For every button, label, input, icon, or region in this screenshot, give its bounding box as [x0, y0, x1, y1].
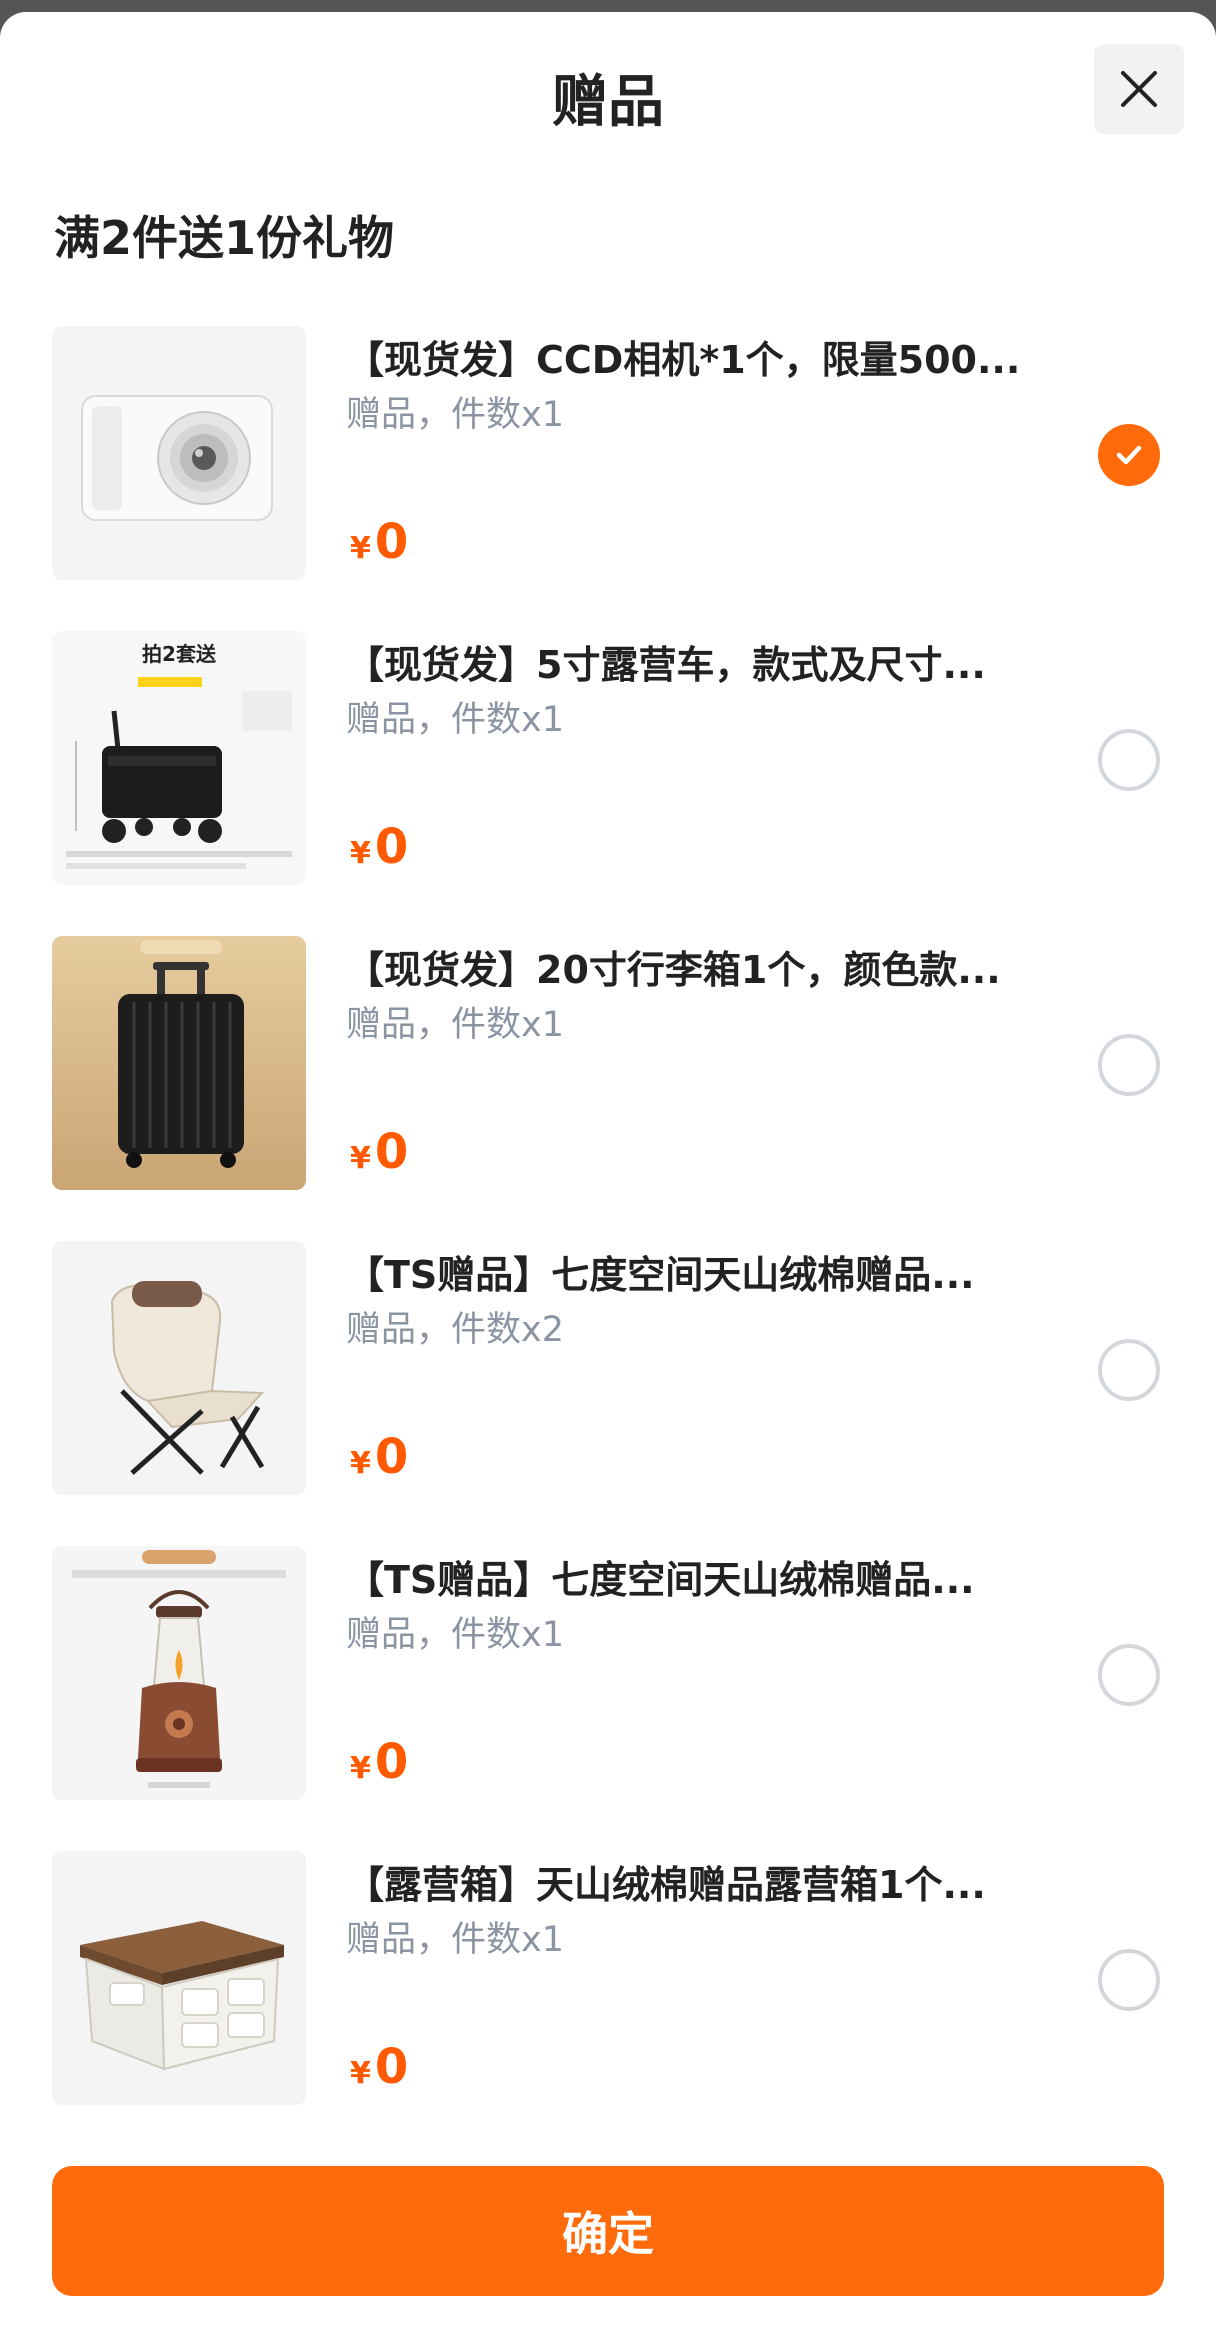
price-value: 0	[374, 514, 409, 570]
currency-symbol: ¥	[350, 1141, 371, 1176]
gift-price: ¥0	[350, 1427, 408, 1498]
currency-symbol: ¥	[350, 2056, 371, 2091]
image-headline: 拍2套送	[142, 642, 217, 666]
confirm-button[interactable]: 确定	[52, 2166, 1164, 2296]
gift-item[interactable]: 【TS赠品】七度空间天山绒棉赠品... 赠品，件数x2 ¥0	[0, 1241, 1216, 1501]
gift-meta: 赠品，件数x1	[346, 395, 564, 435]
gift-meta: 赠品，件数x2	[346, 1310, 564, 1350]
price-value: 0	[374, 819, 409, 875]
gift-price: ¥0	[350, 1122, 408, 1193]
gift-meta: 赠品，件数x1	[346, 1920, 564, 1960]
gift-price: ¥0	[350, 817, 408, 888]
gift-item[interactable]: 【现货发】20寸行李箱1个，颜色款... 赠品，件数x1 ¥0	[0, 936, 1216, 1196]
gift-name: 【TS赠品】七度空间天山绒棉赠品...	[346, 1558, 975, 1602]
gift-price: ¥0	[350, 512, 408, 583]
gift-select-radio[interactable]	[1098, 424, 1160, 486]
gift-meta: 赠品，件数x1	[346, 1615, 564, 1655]
gift-item[interactable]: 拍2套送 【现货发】5寸露营车，款式及尺寸... 赠品，件数x1 ¥0	[0, 631, 1216, 891]
suitcase-image	[52, 936, 306, 1190]
storage-box-image	[52, 1851, 306, 2105]
gift-select-radio[interactable]	[1098, 729, 1160, 791]
currency-symbol: ¥	[350, 1751, 371, 1786]
close-button[interactable]	[1094, 44, 1184, 134]
checkmark-icon	[1116, 445, 1142, 465]
gift-name: 【现货发】CCD相机*1个，限量500...	[346, 338, 1021, 382]
price-value: 0	[374, 1429, 409, 1485]
promo-rule-label: 满2件送1份礼物	[54, 211, 395, 265]
currency-symbol: ¥	[350, 836, 371, 871]
gift-item[interactable]: 【露营箱】天山绒棉赠品露营箱1个... 赠品，件数x1 ¥0	[0, 1851, 1216, 2111]
gift-select-radio[interactable]	[1098, 1339, 1160, 1401]
close-icon	[1121, 71, 1157, 107]
gift-name: 【现货发】20寸行李箱1个，颜色款...	[346, 948, 1001, 992]
price-value: 0	[374, 2039, 409, 2095]
camping-chair-image	[52, 1241, 306, 1495]
gift-select-radio[interactable]	[1098, 1949, 1160, 2011]
gift-meta: 赠品，件数x1	[346, 1005, 564, 1045]
currency-symbol: ¥	[350, 1446, 371, 1481]
gift-select-radio[interactable]	[1098, 1034, 1160, 1096]
price-value: 0	[374, 1124, 409, 1180]
gift-item[interactable]: 【TS赠品】七度空间天山绒棉赠品... 赠品，件数x1 ¥0	[0, 1546, 1216, 1806]
gift-select-radio[interactable]	[1098, 1644, 1160, 1706]
gift-name: 【露营箱】天山绒棉赠品露营箱1个...	[346, 1863, 986, 1907]
oil-lantern-image	[52, 1546, 306, 1800]
currency-symbol: ¥	[350, 531, 371, 566]
gift-name: 【现货发】5寸露营车，款式及尺寸...	[346, 643, 986, 687]
sheet-title: 赠品	[552, 70, 664, 135]
price-value: 0	[374, 1734, 409, 1790]
gift-item[interactable]: 【现货发】CCD相机*1个，限量500... 赠品，件数x1 ¥0	[0, 326, 1216, 586]
gift-meta: 赠品，件数x1	[346, 700, 564, 740]
gift-selection-sheet: 赠品 满2件送1份礼物 【现货发】CCD相机*1个，限量500... 赠品，件数…	[0, 12, 1216, 2325]
gift-price: ¥0	[350, 2037, 408, 2108]
camping-cart-image: 拍2套送	[52, 631, 306, 885]
gift-name: 【TS赠品】七度空间天山绒棉赠品...	[346, 1253, 975, 1297]
gift-price: ¥0	[350, 1732, 408, 1803]
camera-image	[52, 326, 306, 580]
